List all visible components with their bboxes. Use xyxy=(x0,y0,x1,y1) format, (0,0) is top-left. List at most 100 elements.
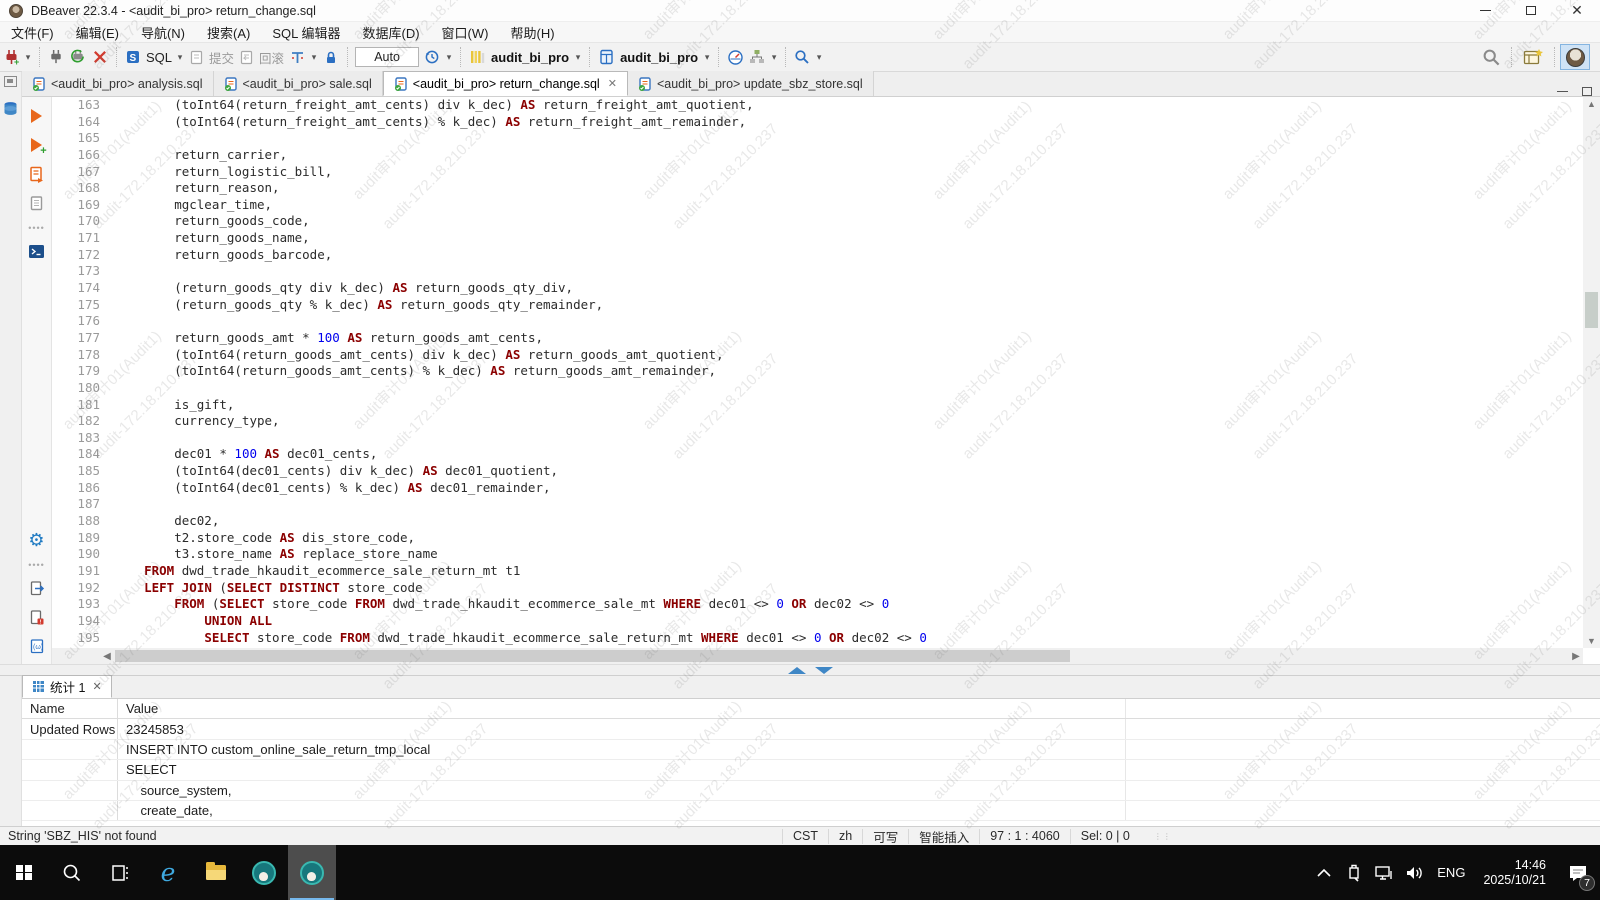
code-line-169[interactable]: 169 mgclear_time, xyxy=(52,197,1583,214)
editor-vertical-scrollbar[interactable]: ▲ ▼ xyxy=(1583,97,1600,648)
scroll-up-icon[interactable]: ▲ xyxy=(1583,97,1600,111)
close-tab-icon[interactable]: ✕ xyxy=(92,680,101,693)
database-navigator-icon[interactable] xyxy=(3,101,18,122)
code-line-176[interactable]: 176 xyxy=(52,313,1583,330)
code-line-188[interactable]: 188 dec02, xyxy=(52,513,1583,530)
execute-new-tab-button[interactable]: + xyxy=(26,134,48,156)
datasource-selector[interactable]: audit_bi_pro xyxy=(491,50,569,65)
code-line-168[interactable]: 168 return_reason, xyxy=(52,180,1583,197)
code-line-177[interactable]: 177 return_goods_amt * 100 AS return_goo… xyxy=(52,330,1583,347)
taskbar-clock[interactable]: 14:46 2025/10/21 xyxy=(1473,858,1556,888)
scroll-right-icon[interactable]: ▶ xyxy=(1569,651,1583,662)
disconnect-button[interactable] xyxy=(89,45,111,69)
editor-tab-0[interactable]: <audit_bi_pro> analysis.sql xyxy=(22,71,214,96)
search-button[interactable] xyxy=(791,45,813,69)
internet-explorer-button[interactable]: e xyxy=(144,845,192,900)
schema-selector[interactable]: audit_bi_pro xyxy=(620,50,698,65)
sql-mode-label[interactable]: SQL xyxy=(146,50,172,65)
start-button[interactable] xyxy=(0,845,48,900)
open-terminal-button[interactable] xyxy=(26,240,48,262)
menu-item-1[interactable]: 编辑(E) xyxy=(65,22,130,43)
results-row-3[interactable]: source_system, xyxy=(22,781,1600,801)
status-cell-0[interactable]: CST xyxy=(782,829,828,844)
restore-panel-icon[interactable] xyxy=(4,76,17,87)
datasource-dropdown[interactable]: ▾ xyxy=(572,52,584,63)
volume-tray-button[interactable] xyxy=(1399,845,1429,900)
menu-item-6[interactable]: 窗口(W) xyxy=(431,22,500,43)
validate-script-button[interactable]: ! xyxy=(26,606,48,628)
code-line-180[interactable]: 180 xyxy=(52,380,1583,397)
status-cell-2[interactable]: 可写 xyxy=(862,829,908,844)
file-explorer-button[interactable] xyxy=(192,845,240,900)
editor-tab-2[interactable]: <audit_bi_pro> return_change.sql✕ xyxy=(383,71,628,96)
maximize-editor-icon[interactable] xyxy=(1582,87,1592,96)
code-line-193[interactable]: 193 FROM (SELECT store_code FROM dwd_tra… xyxy=(52,596,1583,613)
vertical-scroll-thumb[interactable] xyxy=(1585,292,1598,328)
gauge-button[interactable] xyxy=(724,45,746,69)
execute-script-button[interactable] xyxy=(26,163,48,185)
code-line-186[interactable]: 186 (toInt64(dec01_cents) % k_dec) AS de… xyxy=(52,480,1583,497)
code-line-164[interactable]: 164 (toInt64(return_freight_amt_cents) %… xyxy=(52,114,1583,131)
lock-button[interactable] xyxy=(320,45,342,69)
code-line-171[interactable]: 171 return_goods_name, xyxy=(52,230,1583,247)
commit-button[interactable]: 提交 xyxy=(209,48,234,67)
code-line-190[interactable]: 190 t3.store_name AS replace_store_name xyxy=(52,546,1583,563)
code-line-173[interactable]: 173 xyxy=(52,263,1583,280)
code-line-183[interactable]: 183 xyxy=(52,430,1583,447)
menu-item-3[interactable]: 搜索(A) xyxy=(196,22,261,43)
code-line-174[interactable]: 174 (return_goods_qty div k_dec) AS retu… xyxy=(52,280,1583,297)
transaction-log-button[interactable] xyxy=(286,45,308,69)
scroll-left-icon[interactable]: ◀ xyxy=(100,651,114,662)
usb-tray-button[interactable] xyxy=(1339,845,1369,900)
search-dropdown[interactable]: ▾ xyxy=(813,52,825,63)
rollback-button[interactable]: 回滚 xyxy=(259,48,284,67)
plan-dropdown[interactable]: ▾ xyxy=(768,52,780,63)
code-line-166[interactable]: 166 return_carrier, xyxy=(52,147,1583,164)
history-button[interactable] xyxy=(421,45,443,69)
horizontal-scroll-thumb[interactable] xyxy=(115,650,1070,662)
minimize-button[interactable] xyxy=(1462,0,1508,22)
transaction-log-dropdown[interactable]: ▾ xyxy=(308,52,320,63)
schema-dropdown[interactable]: ▾ xyxy=(701,52,713,63)
menu-item-2[interactable]: 导航(N) xyxy=(130,22,196,43)
minimize-editor-icon[interactable] xyxy=(1557,91,1568,92)
status-cell-1[interactable]: zh xyxy=(828,829,862,844)
dbeaver-taskbar-button-active[interactable] xyxy=(288,845,336,900)
explain-plan-button[interactable] xyxy=(26,192,48,214)
tray-chevron-button[interactable] xyxy=(1309,845,1339,900)
code-line-195[interactable]: 195 SELECT store_code FROM dwd_trade_hka… xyxy=(52,630,1583,647)
close-button[interactable]: ✕ xyxy=(1554,0,1600,22)
code-line-187[interactable]: 187 xyxy=(52,496,1583,513)
dbeaver-taskbar-button[interactable] xyxy=(240,845,288,900)
panel-splitter[interactable] xyxy=(0,664,1600,676)
code-line-178[interactable]: 178 (toInt64(return_goods_amt_cents) div… xyxy=(52,347,1583,364)
results-row-0[interactable]: Updated Rows23245853 xyxy=(22,719,1600,739)
maximize-button[interactable] xyxy=(1508,0,1554,22)
menu-item-7[interactable]: 帮助(H) xyxy=(499,22,565,43)
language-indicator[interactable]: ENG xyxy=(1429,865,1473,880)
statistics-tab[interactable]: 统计 1 ✕ xyxy=(22,675,112,698)
commit-mode-select[interactable]: Auto xyxy=(355,47,419,67)
code-line-192[interactable]: 192 LEFT JOIN (SELECT DISTINCT store_cod… xyxy=(52,580,1583,597)
results-row-4[interactable]: create_date, xyxy=(22,801,1600,821)
script-templates-button[interactable]: (ω) xyxy=(26,635,48,657)
code-line-175[interactable]: 175 (return_goods_qty % k_dec) AS return… xyxy=(52,297,1583,314)
quick-search-button[interactable] xyxy=(1476,45,1506,69)
status-cell-5[interactable]: Sel: 0 | 0 xyxy=(1070,829,1140,844)
status-cell-4[interactable]: 97 : 1 : 4060 xyxy=(979,829,1070,844)
network-tray-button[interactable] xyxy=(1369,845,1399,900)
menu-item-0[interactable]: 文件(F) xyxy=(0,22,65,43)
code-line-182[interactable]: 182 currency_type, xyxy=(52,413,1583,430)
code-line-165[interactable]: 165 xyxy=(52,130,1583,147)
reconnect-button[interactable] xyxy=(67,45,89,69)
col-header-name[interactable]: Name xyxy=(22,699,118,718)
notification-center-button[interactable]: 7 xyxy=(1556,845,1600,900)
user-profile-button[interactable] xyxy=(1560,44,1590,70)
code-line-194[interactable]: 194 UNION ALL xyxy=(52,613,1583,630)
execute-statement-button[interactable] xyxy=(26,105,48,127)
settings-button[interactable]: ⚙ xyxy=(26,529,48,551)
code-line-163[interactable]: 163 (toInt64(return_freight_amt_cents) d… xyxy=(52,97,1583,114)
code-line-184[interactable]: 184 dec01 * 100 AS dec01_cents, xyxy=(52,446,1583,463)
export-result-button[interactable] xyxy=(26,577,48,599)
new-connection-dropdown[interactable]: ▾ xyxy=(22,52,34,63)
